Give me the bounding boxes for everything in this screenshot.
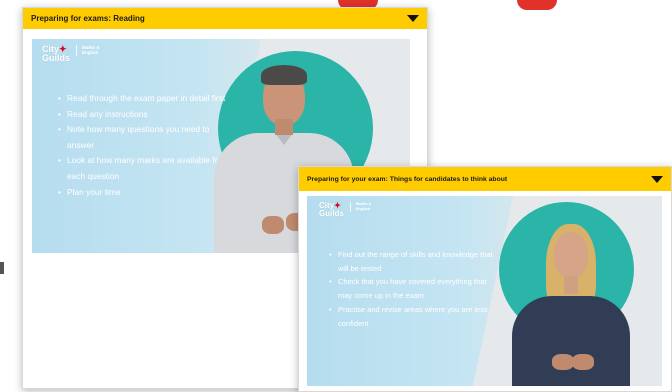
bullet-item: Find out the range of skills and knowled… (329, 248, 501, 275)
city-guilds-logo: City✦ Guilds Maths & English (319, 201, 372, 218)
panel-title-candidates: Preparing for your exam: Things for cand… (307, 175, 508, 183)
chevron-down-icon[interactable] (407, 15, 419, 22)
panel-header-reading[interactable]: Preparing for exams: Reading (23, 8, 427, 29)
bullet-list-reading: Read through the exam paper in detail fi… (58, 91, 238, 200)
bullet-item: Plan your time (58, 185, 238, 201)
bullet-item: Practise and revise areas where you are … (329, 303, 501, 330)
bullet-item: Read through the exam paper in detail fi… (58, 91, 238, 107)
bullet-item: Note how many questions you need to answ… (58, 122, 238, 153)
panel-header-candidates[interactable]: Preparing for your exam: Things for cand… (299, 167, 671, 191)
bullet-item: Look at how many marks are available for… (58, 153, 238, 184)
city-guilds-logo: City✦ Guilds Maths & English (42, 44, 100, 63)
presenter-female (512, 218, 630, 386)
bullet-list-candidates: Find out the range of skills and knowled… (329, 248, 501, 330)
chevron-down-icon[interactable] (651, 175, 663, 183)
video-player-candidates[interactable]: City✦ Guilds Maths & English Find out th… (307, 196, 662, 386)
red-decoration-right (517, 0, 557, 10)
page-edge-mark (0, 262, 4, 274)
bullet-item: Read any instructions (58, 107, 238, 123)
panel-title-reading: Preparing for exams: Reading (31, 14, 145, 23)
bullet-item: Check that you have covered everything t… (329, 275, 501, 302)
video-panel-candidates: Preparing for your exam: Things for cand… (298, 166, 672, 392)
